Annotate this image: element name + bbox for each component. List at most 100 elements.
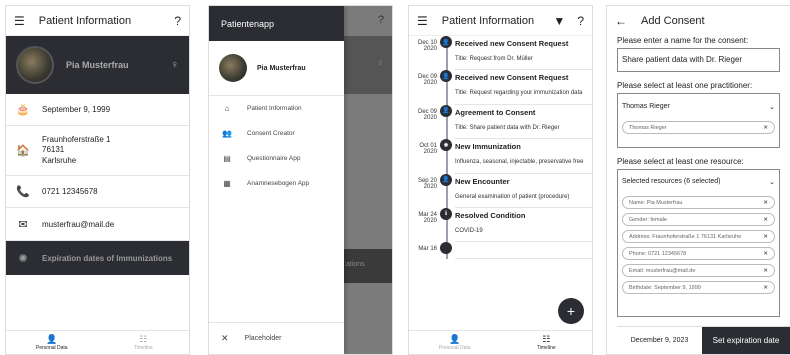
birthdate-row: 🎂 September 9, 1999	[6, 94, 189, 126]
app-bar: ☰ Patient Information ▼ ?	[409, 6, 592, 36]
entry-icon	[440, 242, 452, 255]
patient-name: Pia Musterfrau	[66, 60, 129, 70]
address-row: 🏠 Fraunhoferstraße 1 76131 Karlsruhe	[6, 126, 189, 176]
back-arrow-icon[interactable]: ←	[615, 14, 627, 28]
drawer-placeholder[interactable]: ✕ Placeholder	[209, 322, 344, 354]
practitioner-select: Thomas Rieger ⌄ Thomas Rieger ✕	[617, 93, 780, 148]
nav-label: Timeline	[536, 345, 556, 351]
nav-personal-data[interactable]: 👤 Personal Data	[6, 331, 98, 354]
immunization-label-partial: ations	[344, 249, 392, 283]
chip-label: Birthdate: September 9, 1999	[629, 284, 701, 291]
timeline-entry[interactable]: Dec 09 2020 👤 Agreement to Consent Title: S…	[409, 104, 592, 140]
close-icon[interactable]: ✕	[763, 268, 768, 274]
patient-header: Pia Musterfrau ♀	[6, 36, 189, 94]
nav-label: Personal Data	[438, 345, 471, 351]
chip-label: Gender: female	[629, 216, 667, 223]
entry-title: Received new Consent Request	[455, 73, 569, 83]
home-icon: ⌂	[224, 104, 230, 113]
filter-icon[interactable]: ▼	[553, 14, 565, 28]
person-icon: 👤	[449, 334, 461, 344]
person-icon: 👤	[46, 334, 58, 344]
timeline-icon: ☷	[139, 334, 148, 344]
resource-label: Please select at least one resource:	[617, 157, 744, 166]
entry-description: Title: Share patient data with Dr. Riege…	[455, 124, 560, 131]
timeline-entry[interactable]: Mar 16	[409, 242, 592, 260]
drawer-item-label: Questionnaire App	[247, 155, 301, 162]
resource-chip[interactable]: Birthdate: September 9, 1999 ✕	[622, 281, 775, 294]
cake-icon: 🎂	[16, 104, 30, 116]
nav-personal-data[interactable]: 👤 Personal Data	[409, 331, 501, 354]
help-icon[interactable]: ?	[577, 14, 584, 28]
page-title: Add Consent	[641, 15, 705, 27]
entry-description: Title: Request from Dr. Müller	[455, 56, 533, 62]
placeholder-label: Placeholder	[244, 335, 282, 342]
home-icon: 🏠	[16, 145, 30, 157]
resource-chip[interactable]: Address: Fraunhoferstraße 1 76131 Karlsr…	[622, 230, 775, 243]
resource-chip[interactable]: Name: Pia Musterfrau ✕	[622, 196, 775, 209]
close-icon[interactable]: ✕	[763, 125, 768, 131]
entry-date: Oct 01 2020	[419, 143, 437, 156]
help-icon[interactable]: ?	[174, 14, 181, 28]
entry-content: New Encounter General examination of pati…	[455, 174, 592, 208]
nav-timeline[interactable]: ☷ Timeline	[98, 331, 190, 354]
close-icon[interactable]: ✕	[763, 234, 768, 240]
email-row[interactable]: ✉ musterfrau@mail.de	[6, 208, 189, 241]
entry-content: Agreement to Consent Title: Share patient…	[455, 105, 592, 140]
resource-dropdown[interactable]: Selected resources (6 selected) ⌄	[622, 174, 775, 196]
address-street: Fraunhoferstraße 1	[42, 134, 111, 144]
expiration-date[interactable]: December 9, 2023	[617, 327, 702, 354]
close-icon: ✕	[221, 333, 229, 343]
timeline-entry[interactable]: Dec 09 2020 👤 Received new Consent Request…	[409, 70, 592, 105]
drawer-item-questionnaire-app[interactable]: ▤ Questionnaire App	[209, 146, 344, 171]
resource-chip[interactable]: Phone: 0721 12345678 ✕	[622, 247, 775, 260]
drawer-item-anamnesebogen-app[interactable]: ▦ Anamnesebogen App	[209, 171, 344, 196]
nav-label: Personal Data	[35, 345, 68, 351]
phone-value: 0721 12345678	[42, 187, 98, 196]
entry-title: New Immunization	[455, 142, 521, 152]
entry-icon: ℹ	[440, 207, 452, 220]
drawer-item-label: Patient Information	[247, 105, 302, 112]
scrim[interactable]: ? ♀ ations	[344, 6, 392, 354]
timeline-entry[interactable]: Oct 01 2020 ✺ New Immunization Influenza, s…	[409, 139, 592, 174]
chip-label: Name: Pia Musterfrau	[629, 199, 683, 206]
bottom-navigation: 👤 Personal Data ☷ Timeline	[409, 330, 592, 354]
chevron-down-icon: ⌄	[769, 104, 775, 111]
gender-icon: ♀	[170, 59, 179, 71]
qr-icon: ▦	[223, 179, 231, 188]
practitioner-dropdown[interactable]: Thomas Rieger ⌄	[622, 98, 775, 121]
entry-date: Dec 09 2020	[417, 74, 437, 87]
drawer-item-consent-creator[interactable]: 👥 Consent Creator	[209, 121, 344, 146]
add-consent-screen: ← Add Consent Please enter a name for th…	[606, 5, 790, 355]
entry-icon: 👤	[440, 70, 452, 83]
menu-icon[interactable]: ☰	[14, 14, 25, 28]
menu-icon[interactable]: ☰	[417, 14, 428, 28]
nav-timeline[interactable]: ☷ Timeline	[501, 331, 593, 354]
close-icon[interactable]: ✕	[763, 200, 768, 206]
timeline-entry[interactable]: Mar 24 2020 ℹ Resolved Condition COVID-19	[409, 207, 592, 243]
close-icon[interactable]: ✕	[763, 251, 768, 257]
timeline-entry[interactable]: Dec 10 2020 👤 Received new Consent Request…	[409, 36, 592, 71]
timeline-entry[interactable]: Sep 20 2020 👤 New Encounter General examina…	[409, 173, 592, 208]
phone-row[interactable]: 📞 0721 12345678	[6, 176, 189, 208]
practitioner-chip[interactable]: Thomas Rieger ✕	[622, 121, 775, 134]
consent-name-label: Please enter a name for the consent:	[617, 36, 749, 45]
chevron-down-icon: ⌄	[769, 179, 775, 186]
patient-info-screen: ☰ Patient Information ? Pia Musterfrau ♀…	[5, 5, 190, 355]
entry-content	[455, 242, 592, 260]
entry-date: Sep 20 2020	[417, 177, 437, 190]
drawer-item-patient-information[interactable]: ⌂ Patient Information	[209, 96, 344, 121]
help-icon[interactable]: ?	[344, 6, 392, 36]
consent-name-input[interactable]: Share patient data with Dr. Rieger	[617, 48, 780, 72]
resource-chip[interactable]: Gender: female ✕	[622, 213, 775, 226]
add-button[interactable]: +	[558, 298, 584, 324]
entry-description: General examination of patient (procedur…	[455, 193, 570, 200]
close-icon[interactable]: ✕	[763, 217, 768, 223]
resource-chip[interactable]: Email: musterfrau@mail.de ✕	[622, 264, 775, 277]
entry-icon: ✺	[440, 139, 452, 152]
entry-date: Mar 24 2020	[418, 211, 437, 224]
immunization-expiration-button[interactable]: ✺ Expiration dates of Immunizations	[6, 241, 189, 275]
entry-date: Mar 16	[418, 246, 437, 253]
drawer-item-label: Anamnesebogen App	[247, 180, 310, 187]
set-expiration-button[interactable]: Set expiration date	[702, 327, 790, 354]
close-icon[interactable]: ✕	[763, 285, 768, 291]
